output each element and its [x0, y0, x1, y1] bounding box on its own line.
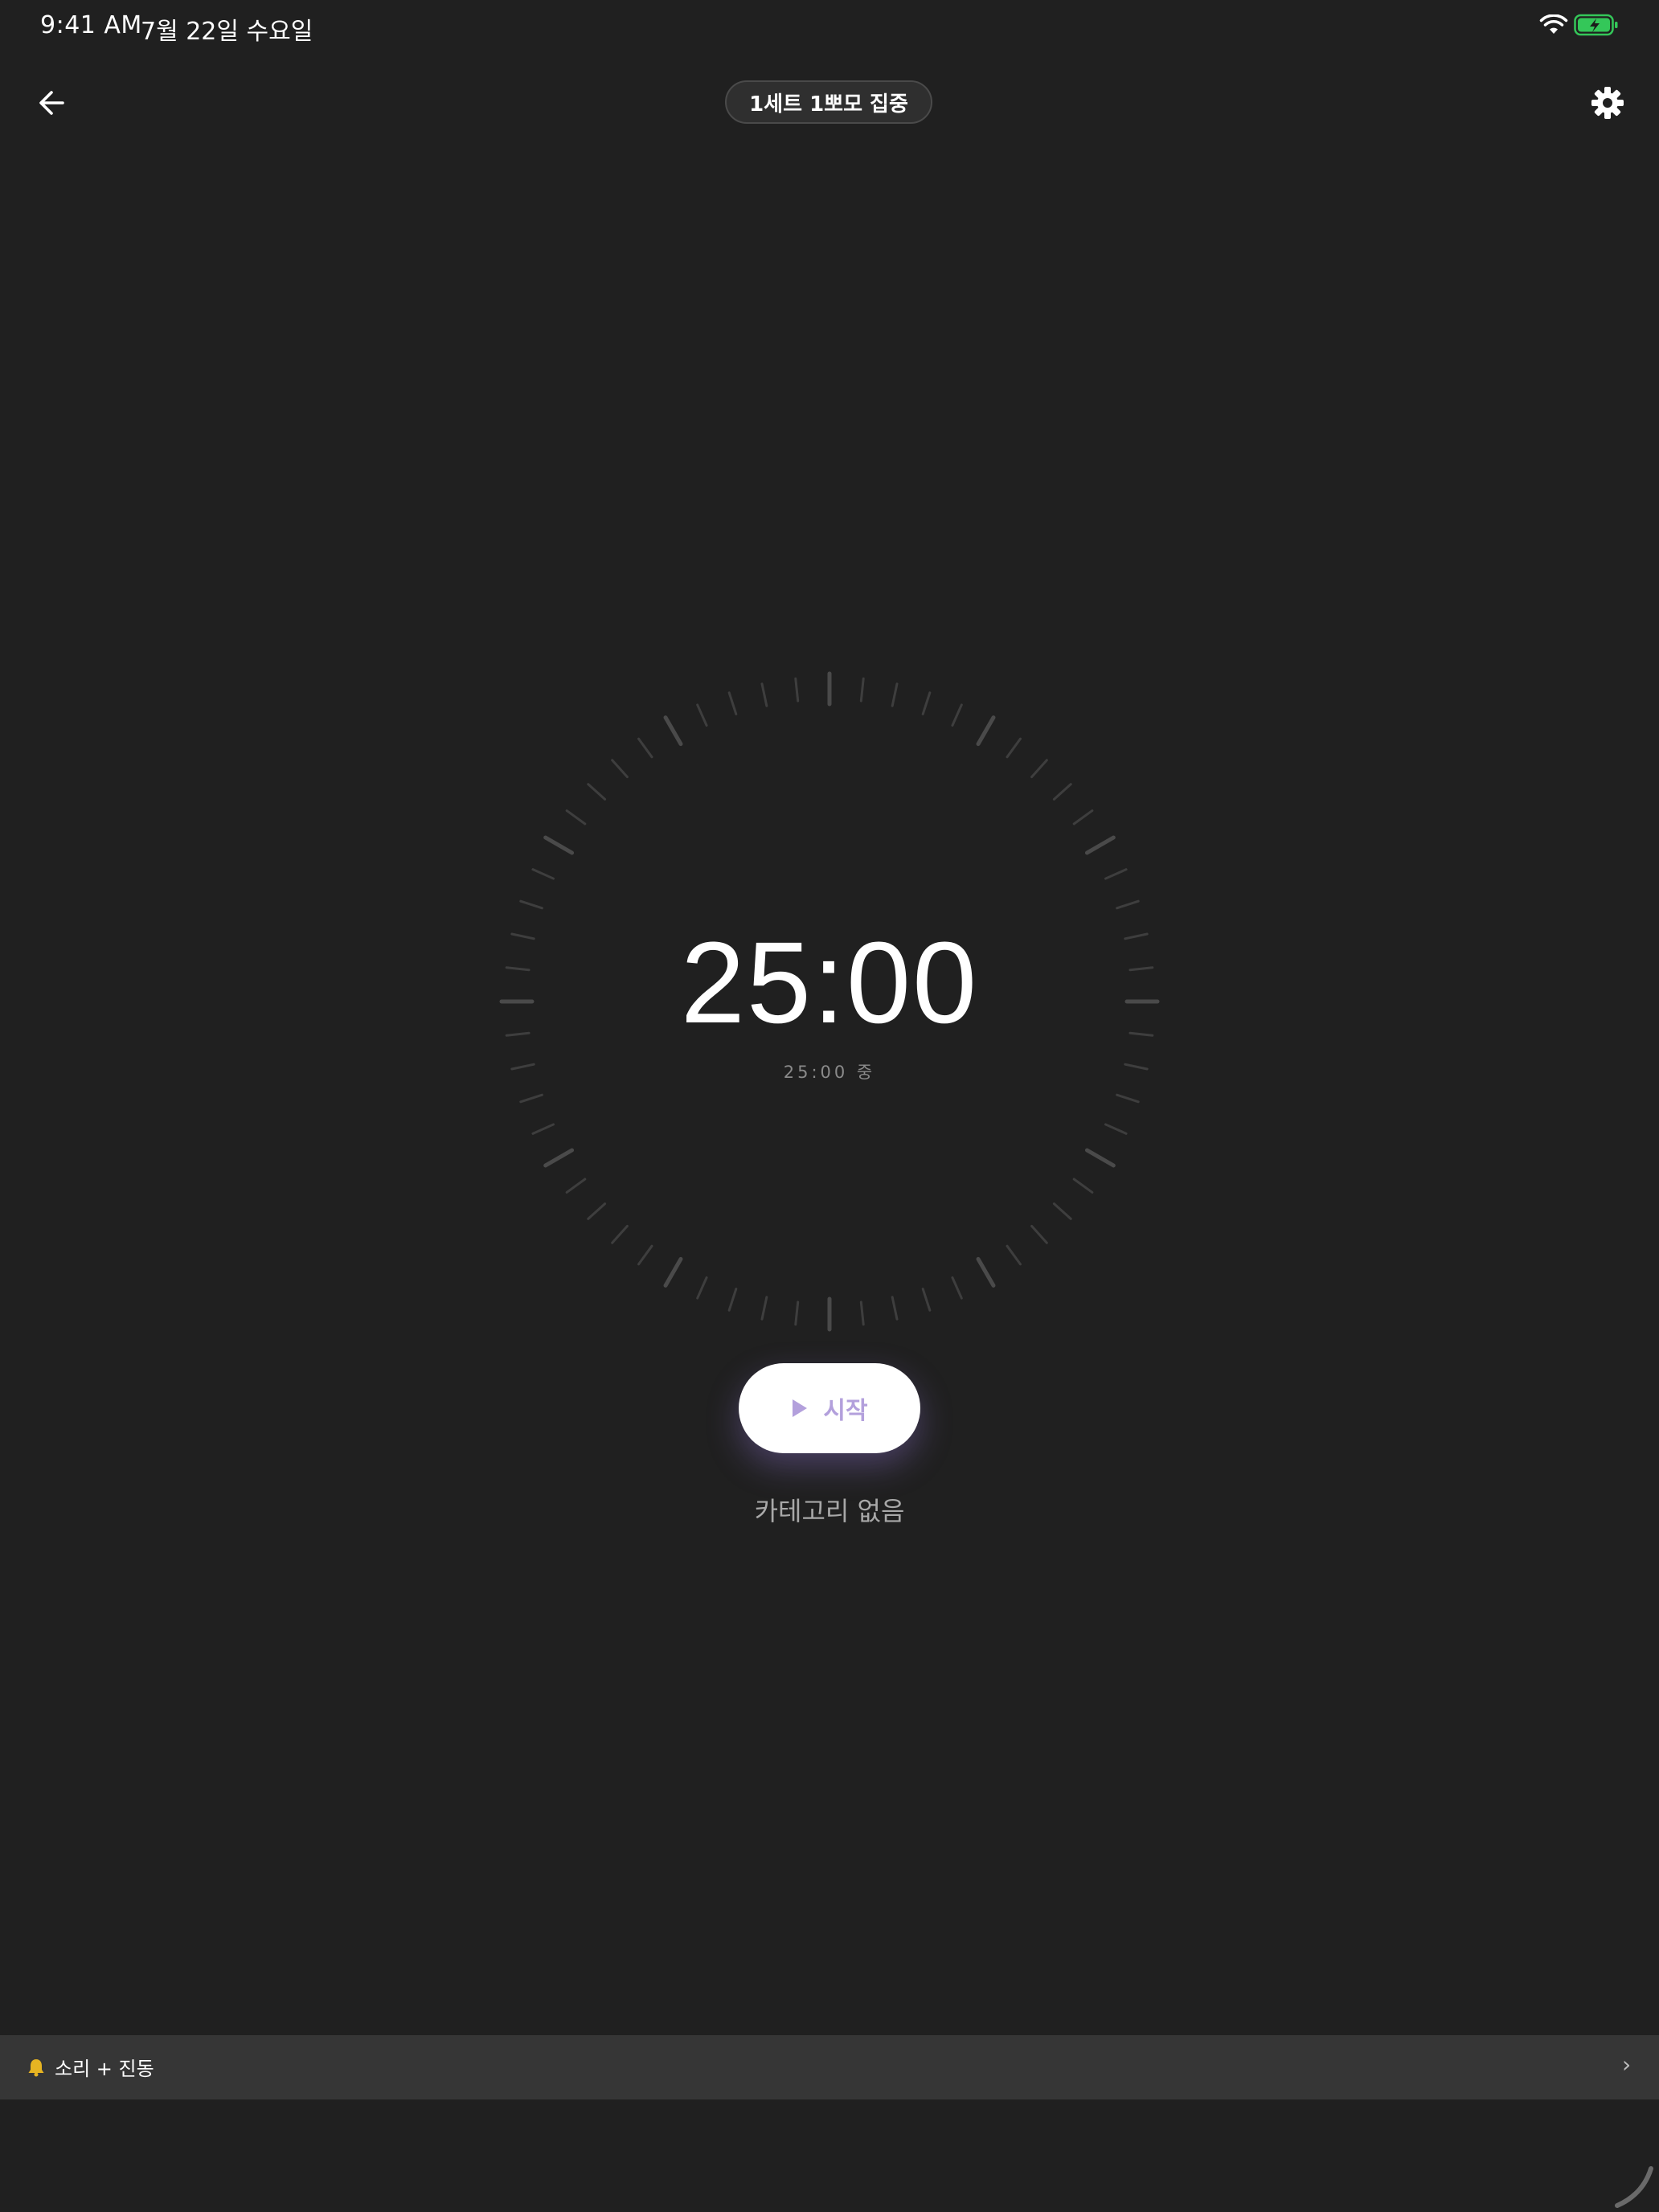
dial-minor-tick	[519, 1093, 543, 1104]
back-button[interactable]	[29, 80, 74, 125]
timer-subtitle: 25:00 중	[783, 1063, 876, 1082]
dial-minor-tick	[1129, 1031, 1154, 1037]
dial-major-tick	[543, 1148, 575, 1168]
bell-icon	[28, 2059, 44, 2077]
dial-minor-tick	[611, 1224, 629, 1244]
category-label[interactable]: 카테고리 없음	[669, 1491, 990, 1528]
dial-minor-tick	[637, 737, 653, 759]
dial-minor-tick	[1006, 1244, 1022, 1266]
dial-minor-tick	[891, 1296, 899, 1321]
dial-minor-tick	[859, 1301, 865, 1326]
wifi-icon	[1539, 14, 1568, 34]
dial-major-tick	[976, 715, 996, 747]
settings-button[interactable]	[1585, 80, 1630, 125]
alert-mode-label: 소리 + 진동	[55, 2058, 154, 2080]
dial-major-tick	[976, 1256, 996, 1288]
dial-minor-tick	[611, 759, 629, 779]
dial-minor-tick	[891, 682, 899, 707]
dial-minor-tick	[1116, 1093, 1140, 1104]
dial-minor-tick	[921, 691, 932, 715]
dial-minor-tick	[1030, 1224, 1048, 1244]
dial-minor-tick	[951, 1276, 963, 1300]
dial-minor-tick	[1129, 966, 1154, 972]
dial-minor-tick	[565, 1178, 587, 1194]
dial-minor-tick	[505, 1031, 530, 1037]
dial-minor-tick	[565, 809, 587, 825]
gear-icon	[1591, 87, 1624, 119]
arrow-left-icon	[39, 91, 64, 115]
status-time: 9:41 AM	[40, 11, 142, 39]
dial-minor-tick	[1104, 1123, 1128, 1135]
dial-minor-tick	[794, 1301, 800, 1326]
dial-minor-tick	[510, 932, 535, 940]
dial-minor-tick	[1052, 783, 1072, 801]
alert-mode-bar[interactable]: 소리 + 진동 ›	[0, 2035, 1659, 2099]
play-icon	[793, 1399, 808, 1417]
start-button[interactable]: 시작	[739, 1363, 920, 1453]
dial-minor-tick	[696, 703, 708, 727]
dial-minor-tick	[531, 868, 555, 880]
session-title-pill[interactable]: 1세트 1뽀모 집중	[725, 80, 932, 124]
dial-minor-tick	[921, 1288, 932, 1312]
dial-minor-tick	[760, 1296, 768, 1321]
status-date: 7월 22일 수요일	[141, 18, 313, 46]
dial-minor-tick	[1124, 932, 1149, 940]
dial-minor-tick	[1006, 737, 1022, 759]
dial-minor-tick	[1030, 759, 1048, 779]
dial-minor-tick	[505, 966, 530, 972]
chevron-right-icon: ›	[1622, 2051, 1632, 2078]
dial-major-tick	[663, 715, 683, 747]
dial-minor-tick	[727, 691, 738, 715]
dial-minor-tick	[587, 783, 607, 801]
timer-screen: 9:41 AM 7월 22일 수요일 1세트 1뽀모 집중 25:00 25:0…	[0, 0, 1659, 2212]
dial-minor-tick	[1072, 809, 1094, 825]
dial-major-tick	[1084, 835, 1116, 855]
dial-minor-tick	[531, 1123, 555, 1135]
dial-minor-tick	[1116, 899, 1140, 910]
dial-major-tick	[1084, 1148, 1116, 1168]
dial-major-tick	[543, 835, 575, 855]
dial-minor-tick	[587, 1202, 607, 1220]
dial-minor-tick	[510, 1063, 535, 1071]
dial-minor-tick	[1052, 1202, 1072, 1220]
timer-display: 25:00	[680, 918, 979, 1047]
dial-minor-tick	[637, 1244, 653, 1266]
dial-minor-tick	[727, 1288, 738, 1312]
corner-resize-handle[interactable]	[1611, 2162, 1659, 2212]
dial-major-tick	[663, 1256, 683, 1288]
start-button-label: 시작	[823, 1397, 868, 1425]
dial-minor-tick	[1124, 1063, 1149, 1071]
battery-charging-icon	[1574, 14, 1618, 36]
dial-minor-tick	[794, 677, 800, 703]
dial-minor-tick	[760, 682, 768, 707]
dial-minor-tick	[1104, 868, 1128, 880]
dial-minor-tick	[519, 899, 543, 910]
dial-minor-tick	[1072, 1178, 1094, 1194]
dial-minor-tick	[859, 677, 865, 703]
dial-minor-tick	[951, 703, 963, 727]
dial-minor-tick	[696, 1276, 708, 1300]
